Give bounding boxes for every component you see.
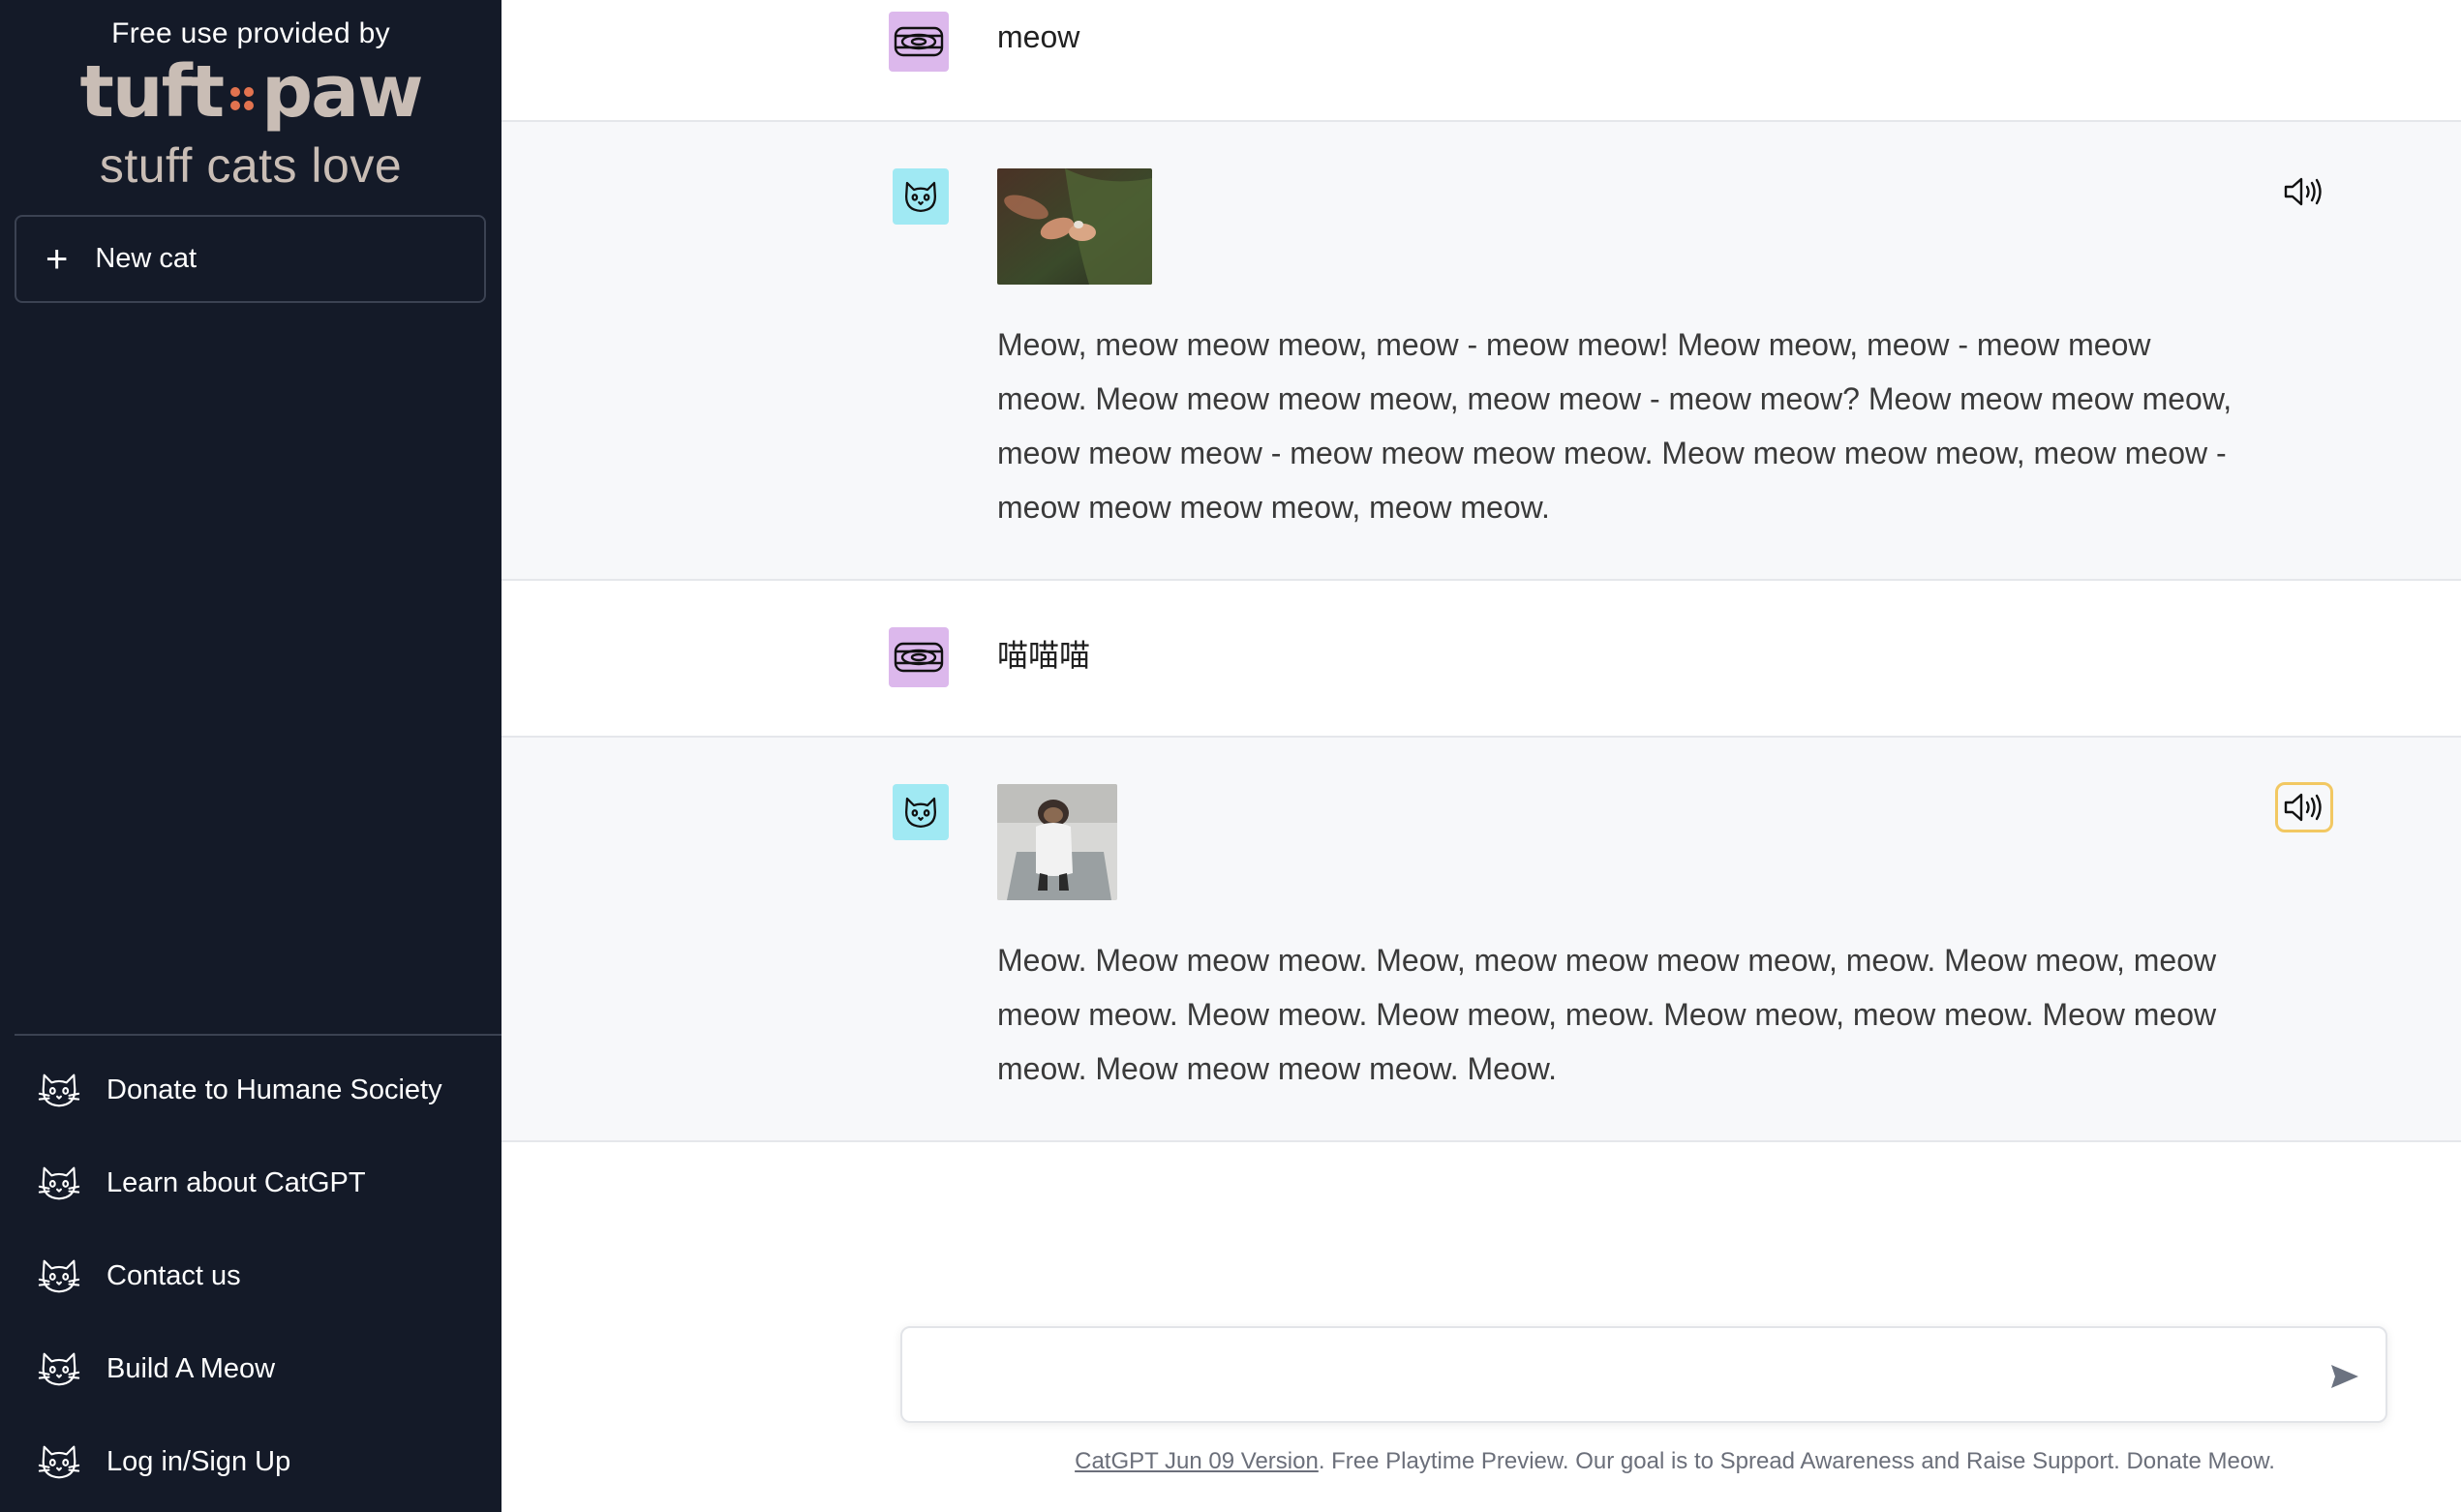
cat-face-icon: [38, 1259, 80, 1293]
speaker-button-active[interactable]: [2275, 782, 2333, 832]
cat-face-icon: [38, 1445, 80, 1479]
speaker-icon: [2284, 793, 2322, 822]
message-composer: [900, 1326, 2387, 1423]
sidebar-item-build-a-meow[interactable]: Build A Meow: [0, 1322, 501, 1415]
sponsor-text: Free use provided by: [111, 17, 390, 49]
cat-gif-thumbnail: [997, 784, 1117, 900]
sidebar-item-label: Log in/Sign Up: [106, 1445, 291, 1477]
assistant-message: Meow, meow meow meow, meow - meow meow! …: [501, 122, 2461, 581]
user-message: meow: [501, 0, 2461, 122]
cat-food-can-icon: [894, 26, 944, 57]
footer-note: CatGPT Jun 09 Version. Free Playtime Pre…: [501, 1448, 2461, 1475]
assistant-avatar: [893, 168, 949, 225]
sidebar-item-label: Contact us: [106, 1259, 241, 1291]
tuftpaw-logo: tuft paw: [0, 52, 501, 132]
send-icon: [2331, 1365, 2358, 1388]
sidebar-item-label: Learn about CatGPT: [106, 1166, 366, 1198]
cat-food-can-icon: [894, 642, 944, 673]
sidebar: Free use provided by tuft paw stuff cats…: [0, 0, 501, 1512]
cat-face-icon: [38, 1352, 80, 1386]
cat-face-icon: [904, 797, 937, 829]
footer-text: . Free Playtime Preview. Our goal is to …: [1318, 1448, 2275, 1474]
speaker-icon: [2284, 177, 2322, 206]
sidebar-item-donate[interactable]: Donate to Humane Society: [0, 1043, 501, 1136]
new-cat-label: New cat: [95, 243, 197, 274]
logo-text-left: tuft: [79, 50, 226, 134]
user-message-text: 喵喵喵: [997, 637, 1091, 674]
cat-gif-thumbnail: [997, 168, 1152, 285]
send-button[interactable]: [2325, 1357, 2364, 1396]
sidebar-item-label: Build A Meow: [106, 1352, 276, 1384]
assistant-avatar: [893, 784, 949, 840]
user-message-text: meow: [997, 19, 1080, 54]
user-avatar: [889, 627, 949, 687]
sponsor-banner[interactable]: Free use provided by tuft paw stuff cats…: [0, 0, 501, 194]
user-avatar: [889, 12, 949, 72]
sidebar-divider: [15, 1034, 501, 1036]
cat-face-icon: [38, 1074, 80, 1107]
speaker-button[interactable]: [2275, 166, 2333, 217]
message-input[interactable]: [922, 1347, 2296, 1406]
version-link[interactable]: CatGPT Jun 09 Version: [1075, 1448, 1319, 1474]
cat-face-icon: [38, 1166, 80, 1200]
user-message: 喵喵喵: [501, 581, 2461, 738]
logo-text-right: paw: [261, 50, 423, 134]
logo-tagline: stuff cats love: [99, 138, 403, 193]
assistant-message-text: Meow. Meow meow meow. Meow, meow meow me…: [997, 943, 2217, 1086]
sidebar-item-learn[interactable]: Learn about CatGPT: [0, 1136, 501, 1229]
chat-main: meow Meow, meow meow meow, meow - meow m…: [501, 0, 2461, 1512]
cat-face-icon: [904, 181, 937, 213]
assistant-message-text: Meow, meow meow meow, meow - meow meow! …: [997, 327, 2233, 525]
new-cat-button[interactable]: + New cat: [15, 215, 486, 303]
sidebar-item-contact[interactable]: Contact us: [0, 1229, 501, 1322]
paw-dots-icon: [230, 87, 255, 110]
assistant-message: Meow. Meow meow meow. Meow, meow meow me…: [501, 738, 2461, 1142]
sidebar-item-login[interactable]: Log in/Sign Up: [0, 1415, 501, 1508]
sidebar-links: Donate to Humane Society Learn about Cat…: [0, 1043, 501, 1508]
plus-icon: +: [46, 237, 69, 281]
sidebar-item-label: Donate to Humane Society: [106, 1074, 442, 1105]
